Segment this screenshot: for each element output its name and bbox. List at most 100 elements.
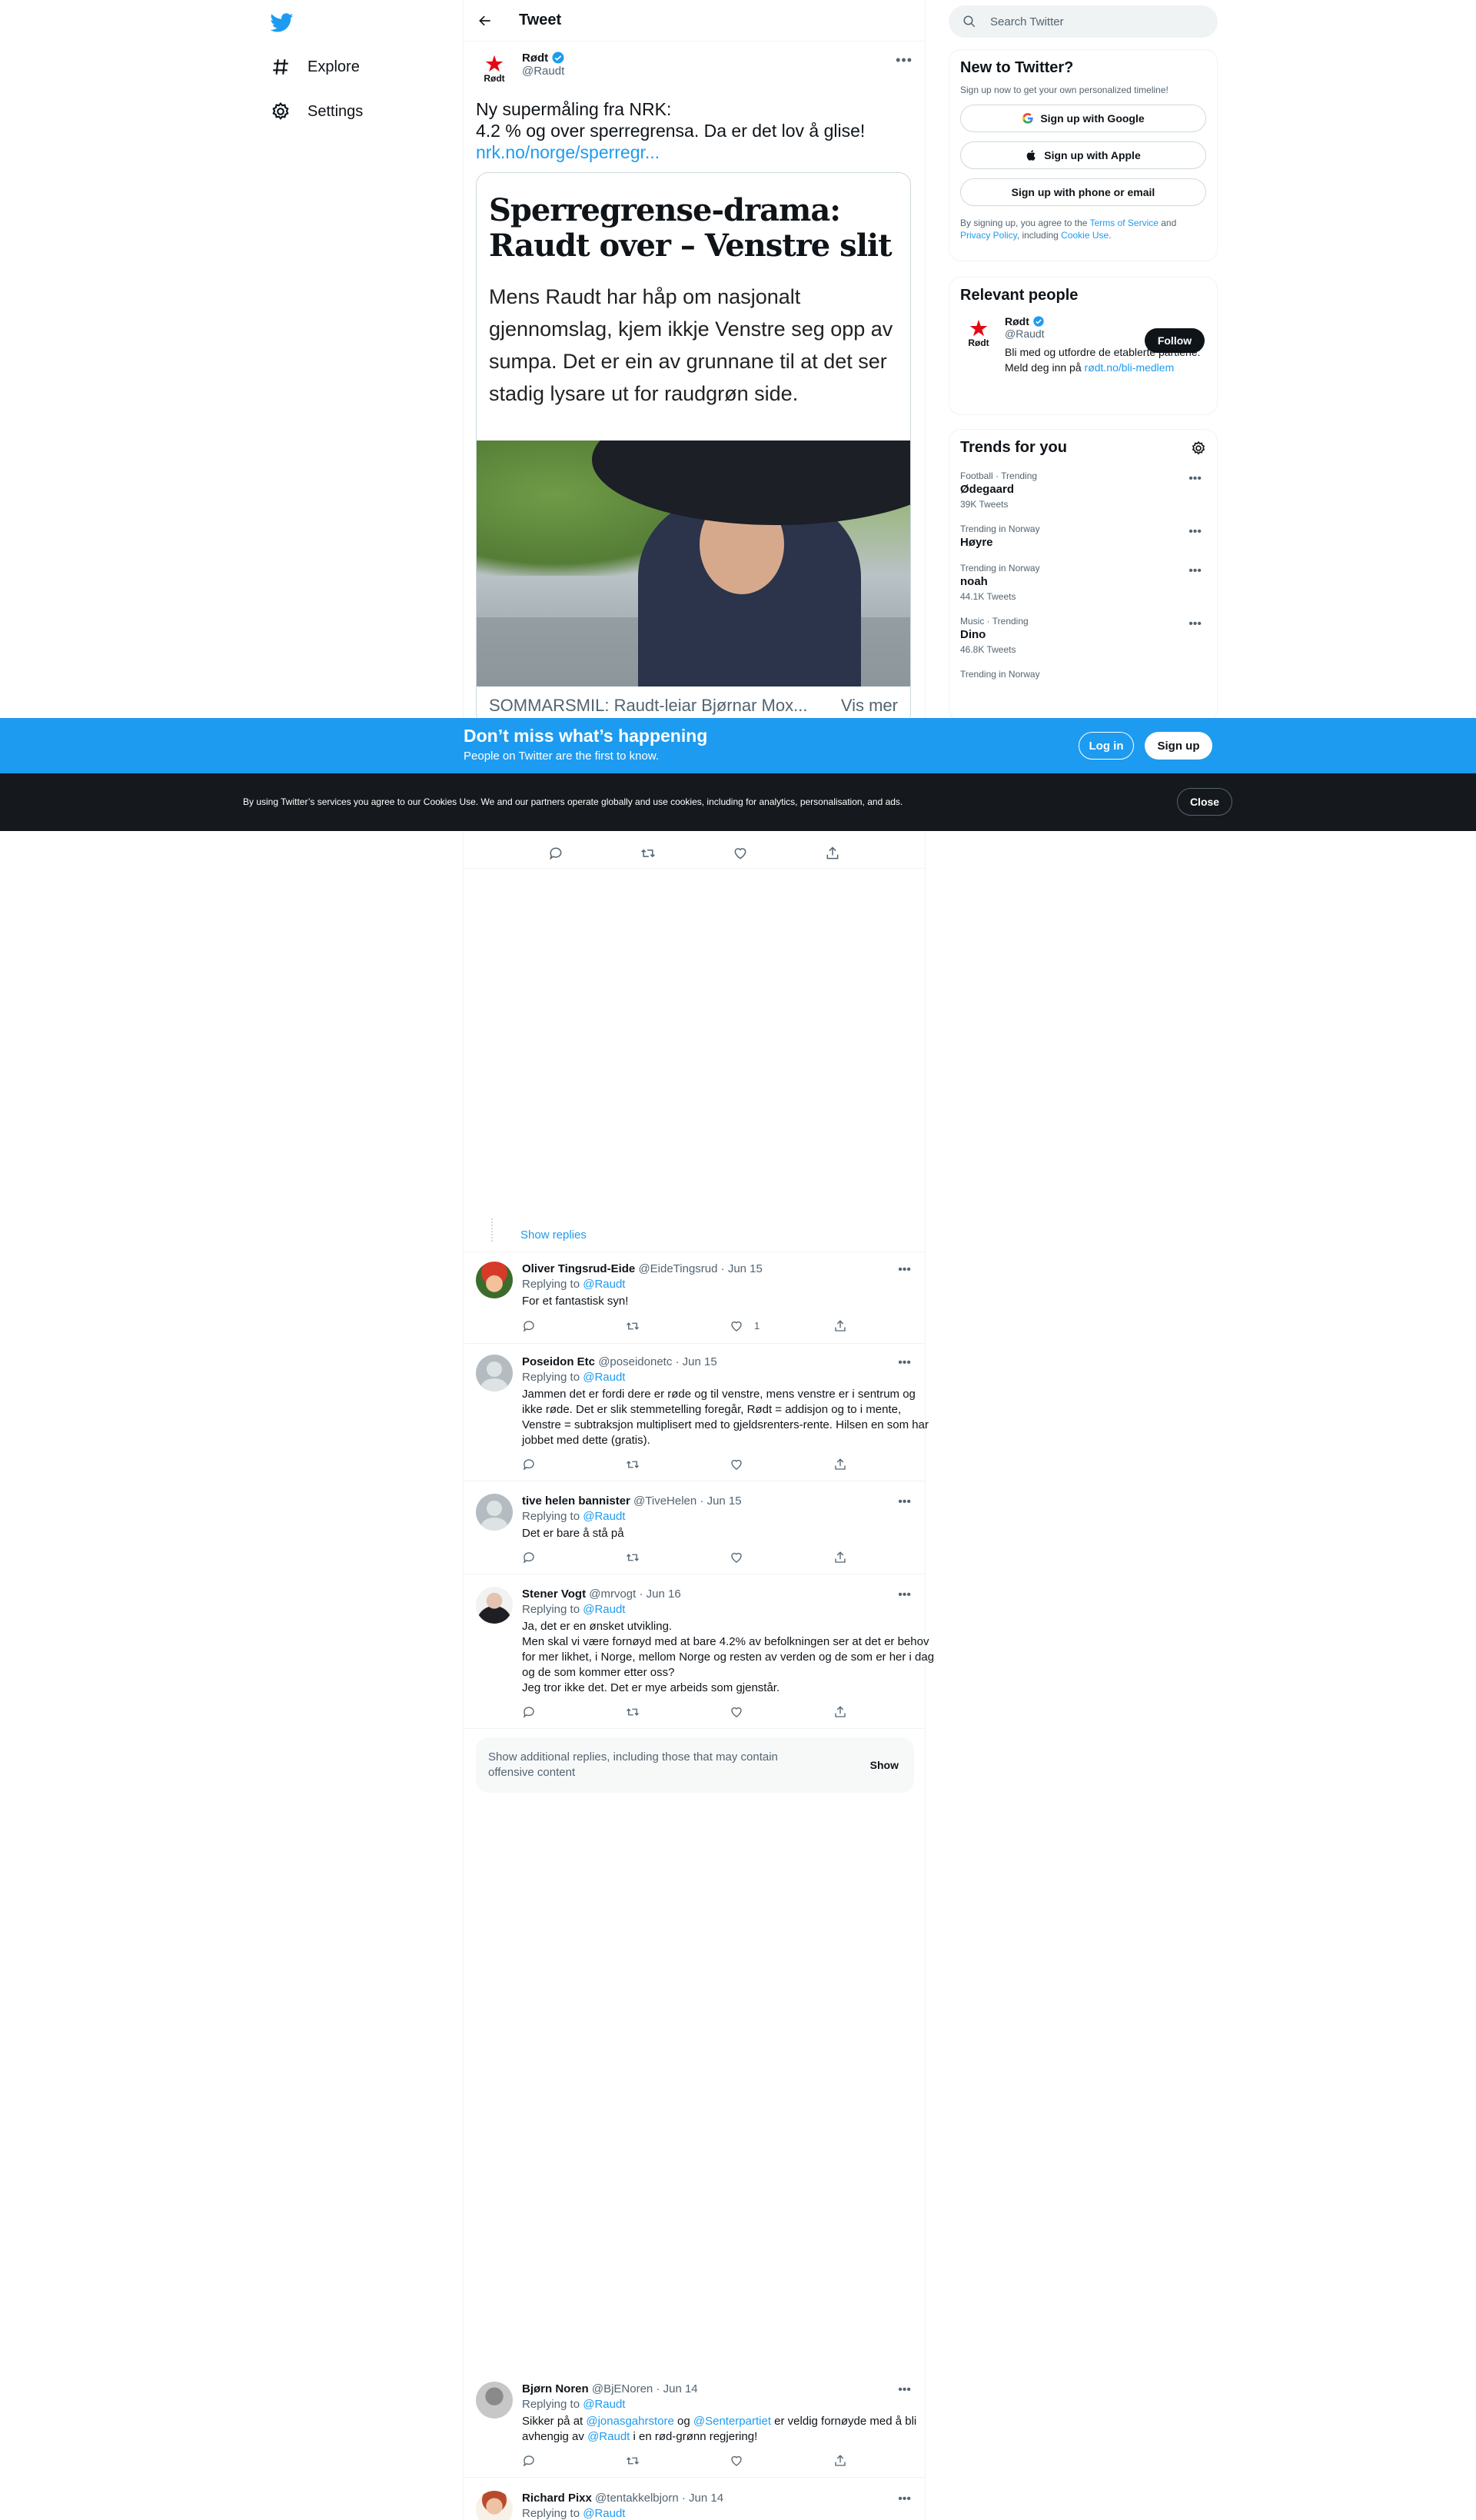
person-name[interactable]: Rødt [1005,315,1029,327]
reply-author-name[interactable]: Poseidon Etc [522,1355,595,1368]
reply-mention[interactable]: @Raudt [583,2507,625,2520]
signup-google-button[interactable]: Sign up with Google [960,105,1206,132]
avatar[interactable]: ★ Rødt [476,51,513,88]
person-bio-link[interactable]: rødt.no/bli-medlem [1085,361,1175,374]
like-icon[interactable] [730,1319,743,1333]
nav-settings[interactable]: Settings [271,101,363,121]
card-caption-more[interactable]: Vis mer [841,696,898,715]
show-additional-button[interactable]: Show [870,1759,902,1771]
retweet-icon[interactable] [626,1551,640,1564]
reply-item[interactable]: tive helen bannister @TiveHelen · Jun 15… [464,1484,925,1574]
reply-date[interactable]: · Jun 15 [721,1262,763,1275]
like-icon[interactable] [733,846,748,861]
reply-item[interactable]: Bjørn Noren @BjENoren · Jun 14 Replying … [464,2372,925,2478]
show-replies-label[interactable]: Show replies [520,1228,587,1242]
reply-icon[interactable] [522,1319,536,1333]
search-input[interactable]: Search Twitter [990,15,1064,28]
reply-date[interactable]: · Jun 15 [700,1494,741,1508]
reply-icon[interactable] [522,1551,536,1564]
trend-item[interactable]: Football · Trending Ødegaard 39K Tweets … [960,470,1206,510]
more-icon[interactable]: ••• [898,1263,911,1277]
retweet-icon[interactable] [626,1458,640,1471]
twitter-logo-icon[interactable] [271,11,294,34]
share-icon[interactable] [825,846,840,861]
avatar[interactable]: ★ Rødt [960,315,997,352]
reply-mention[interactable]: @Raudt [583,1510,625,1523]
reply-author-name[interactable]: Oliver Tingsrud-Eide [522,1262,635,1275]
avatar[interactable] [476,1262,513,1298]
avatar[interactable] [476,2491,513,2520]
reply-icon[interactable] [522,1705,536,1719]
reply-icon[interactable] [522,2454,536,2468]
show-replies[interactable]: Show replies [464,1218,925,1252]
author-name-row[interactable]: Rødt [522,51,565,65]
share-icon[interactable] [833,1458,847,1471]
avatar[interactable] [476,2382,513,2419]
reply-mention[interactable]: @Senterpartiet [693,2415,771,2428]
nav-explore[interactable]: Explore [271,57,360,77]
reply-item[interactable]: Poseidon Etc @poseidonetc · Jun 15 Reply… [464,1345,929,1481]
reply-author-handle[interactable]: @EideTingsrud [638,1262,717,1275]
retweet-icon[interactable] [626,1319,640,1333]
avatar[interactable] [476,1355,513,1391]
reply-mention[interactable]: @jonasgahrstore [586,2415,673,2428]
author-handle[interactable]: @Raudt [522,65,565,78]
reply-author-name[interactable]: Richard Pixx [522,2492,592,2505]
reply-author-handle[interactable]: @poseidonetc [598,1355,672,1368]
reply-author-name[interactable]: Bjørn Noren [522,2382,589,2395]
link-card[interactable]: Sperregrense-drama: Raudt over – Venstre… [476,172,911,726]
trend-item[interactable]: Trending in Norway Høyre ••• [960,524,1206,549]
reply-author-name[interactable]: Stener Vogt [522,1587,586,1601]
back-arrow-icon[interactable] [477,13,493,28]
reply-author-handle[interactable]: @mrvogt [589,1587,636,1601]
share-icon[interactable] [833,1319,847,1333]
share-icon[interactable] [833,2454,847,2468]
like-icon[interactable] [730,2454,743,2468]
signup-button[interactable]: Sign up [1145,732,1212,760]
reply-icon[interactable] [548,846,563,861]
privacy-link[interactable]: Privacy Policy [960,230,1017,241]
share-icon[interactable] [833,1551,847,1564]
login-button[interactable]: Log in [1079,732,1134,760]
signup-phone-button[interactable]: Sign up with phone or email [960,178,1206,206]
search-bar[interactable]: Search Twitter [949,5,1218,38]
reply-author-handle[interactable]: @BjENoren [592,2382,653,2395]
reply-mention[interactable]: @Raudt [587,2430,630,2443]
reply-mention[interactable]: @Raudt [583,1371,625,1384]
like-icon[interactable] [730,1705,743,1719]
retweet-icon[interactable] [626,1705,640,1719]
more-icon[interactable]: ••• [1188,564,1202,578]
more-icon[interactable]: ••• [898,2492,911,2506]
more-icon[interactable]: ••• [1188,617,1202,631]
cookie-close-button[interactable]: Close [1177,788,1232,816]
more-icon[interactable]: ••• [898,2383,911,2397]
tweet-link[interactable]: nrk.no/norge/sperregr... [476,142,660,162]
reply-date[interactable]: · Jun 16 [640,1587,681,1601]
trend-item[interactable]: Music · Trending Dino 46.8K Tweets ••• [960,616,1206,655]
avatar[interactable] [476,1494,513,1531]
signup-apple-button[interactable]: Sign up with Apple [960,141,1206,169]
reply-date[interactable]: · Jun 15 [676,1355,717,1368]
follow-button[interactable]: Follow [1145,328,1205,353]
cookie-link[interactable]: Cookie Use [1061,230,1109,241]
share-icon[interactable] [833,1705,847,1719]
like-icon[interactable] [730,1551,743,1564]
avatar[interactable] [476,1587,513,1624]
like-icon[interactable] [730,1458,743,1471]
more-icon[interactable]: ••• [1188,472,1202,486]
reply-mention[interactable]: @Raudt [583,1603,625,1616]
reply-date[interactable]: · Jun 14 [682,2492,723,2505]
trend-item[interactable]: Trending in Norway [960,669,1206,680]
terms-link[interactable]: Terms of Service [1090,218,1159,228]
reply-item[interactable]: Stener Vogt @mrvogt · Jun 16 Replying to… [464,1577,934,1729]
reply-mention[interactable]: @Raudt [583,1278,625,1291]
retweet-icon[interactable] [640,846,656,861]
retweet-icon[interactable] [626,2454,640,2468]
reply-icon[interactable] [522,1458,536,1471]
reply-mention[interactable]: @Raudt [583,2398,625,2411]
more-icon[interactable]: ••• [1188,525,1202,539]
reply-author-handle[interactable]: @TiveHelen [633,1494,696,1508]
more-icon[interactable]: ••• [896,52,913,68]
more-icon[interactable]: ••• [898,1588,911,1602]
more-icon[interactable]: ••• [898,1356,911,1370]
